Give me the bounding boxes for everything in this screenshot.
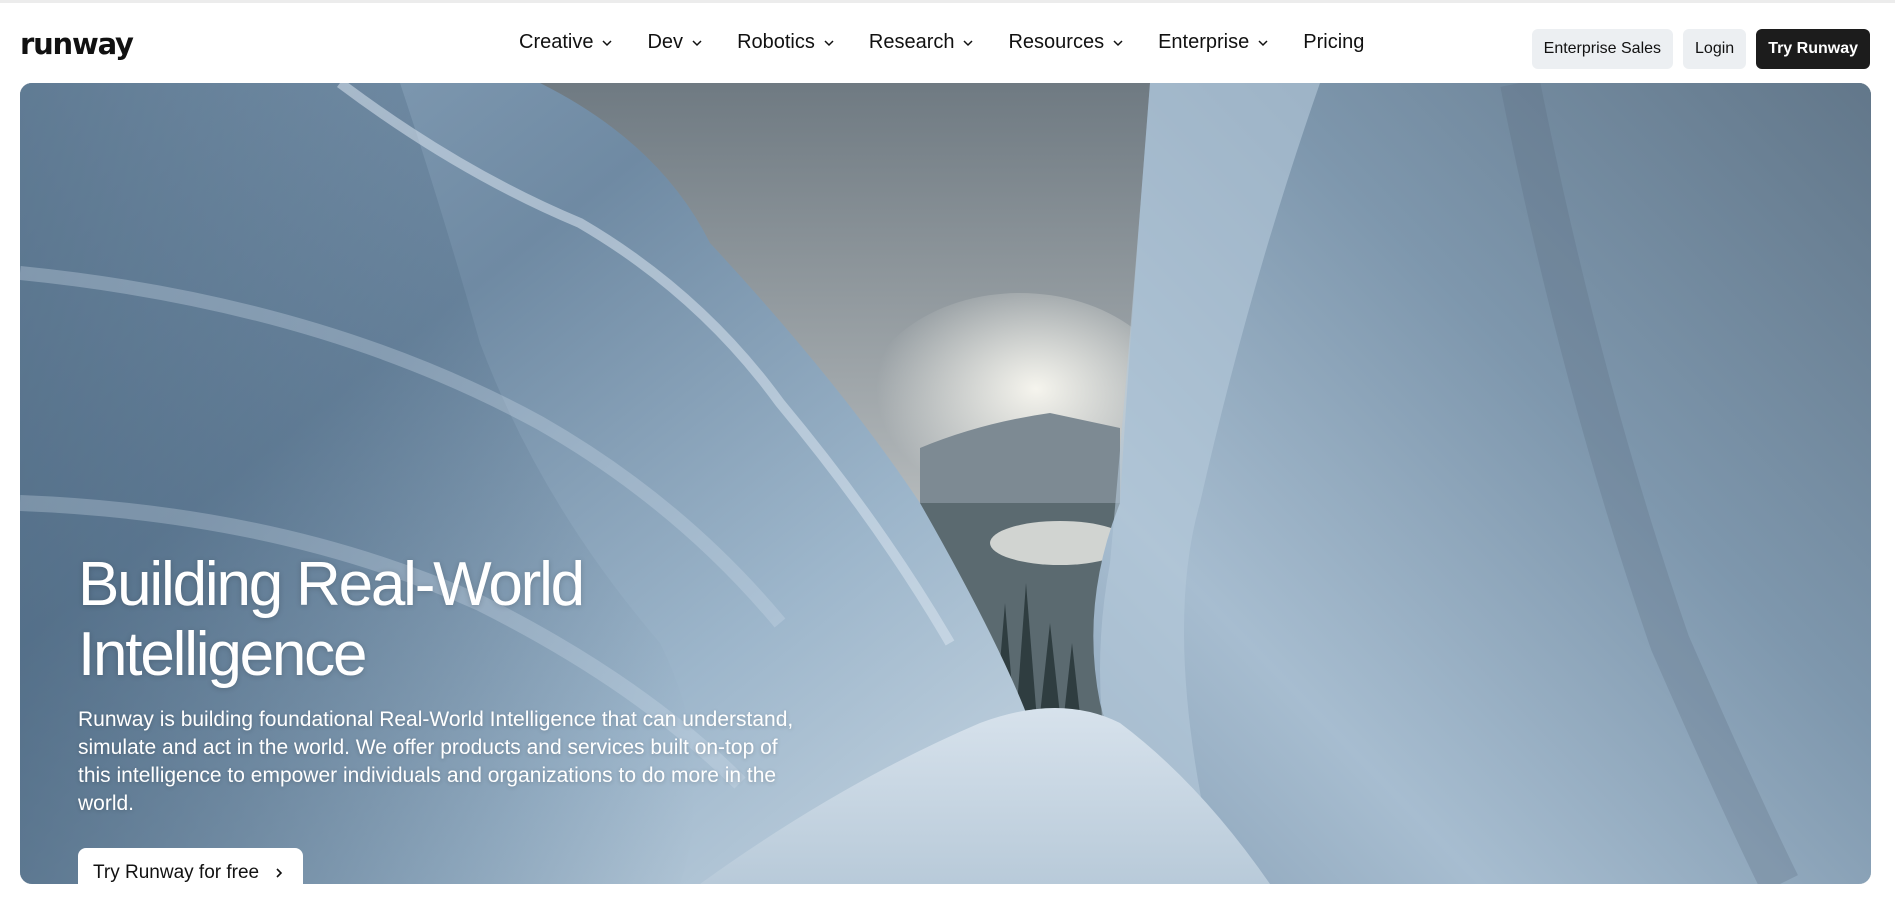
nav-item-robotics[interactable]: Robotics — [737, 31, 835, 54]
nav-item-research[interactable]: Research — [869, 31, 975, 54]
cta-label: Try Runway for free — [93, 862, 260, 883]
nav-label: Dev — [647, 31, 684, 53]
main-nav: Creative Dev Robotics Research Resources… — [519, 31, 1364, 54]
hero-content: Building Real-World Intelligence Runway … — [78, 550, 838, 884]
login-button[interactable]: Login — [1683, 29, 1747, 69]
nav-item-pricing[interactable]: Pricing — [1303, 31, 1364, 54]
nav-label: Research — [868, 31, 955, 53]
chevron-down-icon — [823, 37, 835, 49]
chevron-right-icon — [273, 867, 285, 879]
nav-item-enterprise[interactable]: Enterprise — [1158, 31, 1269, 54]
nav-label: Pricing — [1303, 31, 1365, 53]
nav-label: Resources — [1008, 31, 1105, 53]
try-runway-free-button[interactable]: Try Runway for free — [78, 848, 304, 884]
chevron-down-icon — [1257, 37, 1269, 49]
nav-label: Enterprise — [1158, 31, 1250, 53]
nav-label: Creative — [519, 31, 594, 53]
header-actions: Enterprise Sales Login Try Runway — [1531, 29, 1870, 69]
hero-description: Runway is building foundational Real-Wor… — [78, 708, 794, 815]
nav-item-resources[interactable]: Resources — [1008, 31, 1124, 54]
chevron-down-icon — [601, 37, 613, 49]
site-header: runway Creative Dev Robotics Research Re… — [0, 3, 1895, 82]
hero-title: Building Real-World Intelligence — [78, 550, 585, 689]
nav-item-creative[interactable]: Creative — [519, 31, 613, 54]
chevron-down-icon — [691, 37, 703, 49]
enterprise-sales-button[interactable]: Enterprise Sales — [1531, 29, 1674, 69]
nav-item-dev[interactable]: Dev — [647, 31, 703, 54]
chevron-down-icon — [1112, 37, 1124, 49]
try-runway-button[interactable]: Try Runway — [1756, 29, 1870, 69]
nav-label: Robotics — [737, 31, 815, 53]
chevron-down-icon — [962, 37, 974, 49]
runway-logo[interactable]: runway — [20, 27, 134, 61]
hero-section: Building Real-World Intelligence Runway … — [20, 83, 1871, 884]
